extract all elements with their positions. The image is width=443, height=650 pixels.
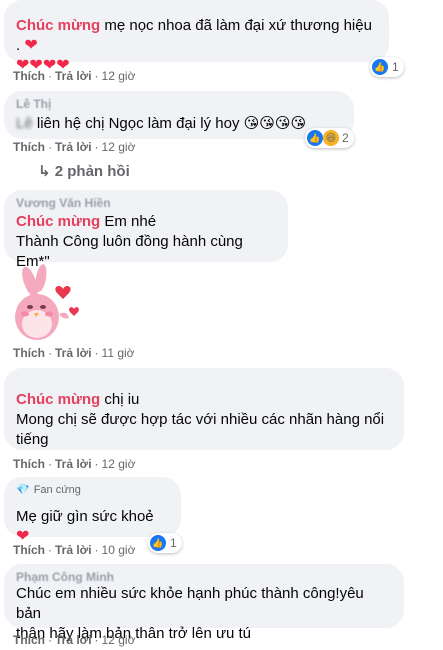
reply-link[interactable]: Trả lời — [55, 140, 92, 154]
like-link[interactable]: Thích — [13, 346, 45, 360]
like-link[interactable]: Thích — [13, 140, 45, 154]
comment-bubble: Chúc mừng mẹ nọc nhoa đã làm đại xứ thươ… — [4, 0, 389, 74]
comment-author: Phạm Công Minh — [16, 570, 114, 584]
comment-time: 10 giờ — [101, 543, 136, 557]
comment-actions: Thích · Trả lời · 12 giờ — [13, 633, 136, 647]
reaction-count[interactable]: 👍 1 — [370, 57, 404, 77]
like-icon: 👍 — [372, 59, 388, 75]
heart-icon: ❤ — [24, 37, 38, 54]
comment-time: 12 giờ — [101, 140, 136, 154]
highlight-text: Chúc mừng — [16, 391, 101, 408]
diamond-icon: 💎 — [16, 484, 30, 496]
like-link[interactable]: Thích — [13, 633, 45, 647]
reply-link[interactable]: Trả lời — [55, 69, 92, 83]
like-icon: 👍 — [150, 535, 166, 551]
sticker-image — [5, 262, 85, 342]
comment-bubble: Vương Văn Hiền Chúc mừng Em nhé Thành Cô… — [4, 190, 288, 270]
pink-bird-sticker-icon — [15, 264, 79, 340]
comment-bubble: Chúc mừng chị iu Mong chị sẽ được hợp tá… — [4, 368, 404, 450]
comment-time: 12 giờ — [101, 457, 136, 471]
haha-icon: 😆 — [323, 130, 339, 146]
comment-time: 12 giờ — [101, 633, 136, 647]
comment-author — [16, 0, 136, 10]
comment-actions: Thích · Trả lời · 11 giờ — [13, 346, 135, 360]
reply-link[interactable]: Trả lời — [55, 633, 92, 647]
comment-time: 12 giờ — [101, 69, 136, 83]
reply-link[interactable]: Trả lời — [55, 543, 92, 557]
emoji-icons: 😘😘😘😘 — [243, 115, 307, 132]
highlight-text: Chúc mừng — [16, 17, 101, 34]
comment-thread: Chúc mừng mẹ nọc nhoa đã làm đại xứ thươ… — [0, 0, 443, 650]
comment-actions: Thích · Trả lời · 10 giờ — [13, 543, 136, 557]
like-icon: 👍 — [307, 130, 323, 146]
comment-text: Mẹ giữ gìn sức khoẻ ❤ — [16, 508, 154, 545]
reaction-count[interactable]: 👍 1 — [148, 533, 182, 553]
comment-text: Chúc mừng mẹ nọc nhoa đã làm đại xứ thươ… — [16, 17, 372, 74]
reply-link[interactable]: Trả lời — [55, 457, 92, 471]
comment-time: 11 giờ — [101, 346, 135, 360]
comment-actions: Thích · Trả lời · 12 giờ — [13, 69, 136, 83]
highlight-text: Chúc mừng — [16, 213, 101, 230]
comment-actions: Thích · Trả lời · 12 giờ — [13, 140, 136, 154]
reaction-count[interactable]: 👍 😆 2 — [305, 128, 354, 148]
comment-bubble: 💎 Fan cứng Mẹ giữ gìn sức khoẻ ❤ — [4, 477, 181, 545]
comment-bubble: Lê Thị Lê liên hệ chị Ngọc làm đại lý ho… — [4, 91, 354, 139]
comment-bubble: Phạm Công Minh Chúc em nhiều sức khỏe hạ… — [4, 564, 404, 642]
comment-author — [16, 374, 126, 388]
comment-text: Chúc mừng chị iu Mong chị sẽ được hợp tá… — [16, 391, 385, 448]
view-replies-link[interactable]: ↳ 2 phản hồi — [38, 162, 130, 180]
reply-link[interactable]: Trả lời — [55, 346, 92, 360]
comment-author: Lê Thị — [16, 97, 52, 111]
comment-author: Vương Văn Hiền — [16, 196, 111, 210]
like-link[interactable]: Thích — [13, 543, 45, 557]
fan-badge: 💎 Fan cứng — [16, 484, 81, 496]
reply-arrow-icon: ↳ — [38, 163, 51, 180]
like-link[interactable]: Thích — [13, 457, 45, 471]
redacted-text: Lê — [16, 115, 33, 132]
comment-author — [16, 497, 56, 505]
comment-actions: Thích · Trả lời · 12 giờ — [13, 457, 136, 471]
comment-text: Lê liên hệ chị Ngọc làm đại lý hoy 😘😘😘😘 — [16, 115, 307, 132]
like-link[interactable]: Thích — [13, 69, 45, 83]
